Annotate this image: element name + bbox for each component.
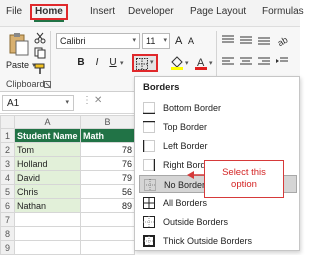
align-middle-icon[interactable] [240,35,252,47]
table-cell[interactable]: Holland [14,156,81,171]
tab-file[interactable]: File [6,6,22,17]
align-center-icon[interactable] [240,57,252,69]
table-cell[interactable] [80,212,135,227]
align-top-icon[interactable] [222,35,234,47]
borders-icon [136,58,148,70]
table-cell[interactable]: 76 [80,156,135,171]
bottom-border-icon [143,102,155,114]
shrink-font-button[interactable]: A [188,36,194,46]
svg-text:ab: ab [276,35,289,47]
formula-more-icon[interactable]: ⋮ [82,95,92,106]
chevron-down-icon: ▾ [65,99,69,106]
font-size-select[interactable]: 11 ▾ [142,33,170,49]
bold-button[interactable]: B [74,55,88,71]
column-header-b[interactable]: B [80,115,135,129]
callout-text: option [231,179,257,190]
clipboard-group-label: Clipboard [6,79,45,89]
cell-student-name-header[interactable]: Student Name [14,128,81,143]
row-header[interactable]: 9 [0,240,15,255]
align-bottom-icon[interactable] [258,35,270,47]
borders-button[interactable]: ▾ [132,54,158,72]
row-header[interactable]: 6 [0,198,15,213]
cut-icon[interactable] [34,32,46,46]
clipboard-launcher-icon[interactable] [44,80,51,90]
borders-menu-title: Borders [143,82,180,93]
table-cell[interactable] [80,226,135,241]
font-color-icon[interactable]: A [194,55,208,73]
font-name-select[interactable]: Calibri ▾ [56,33,140,49]
row-header[interactable]: 4 [0,170,15,185]
menu-item-thick-outside-borders[interactable]: Thick Outside Borders [139,232,297,250]
table-cell[interactable] [14,212,81,227]
chevron-down-icon: ▾ [163,37,167,44]
outside-borders-icon [143,216,155,228]
spreadsheet-grid: A B 1 Student Name Math 2 Tom 78 3 Holla… [0,115,136,255]
menu-item-outside-borders[interactable]: Outside Borders [139,213,297,231]
row-header[interactable]: 3 [0,156,15,171]
indent-icon[interactable] [276,57,288,69]
row-header[interactable]: 7 [0,212,15,227]
align-left-icon[interactable] [222,57,234,69]
cell-math-header[interactable]: Math [80,128,135,143]
tab-developer[interactable]: Developer [128,6,174,17]
italic-button[interactable]: I [90,55,104,71]
grow-font-button[interactable]: A [175,35,182,47]
all-borders-icon [143,197,155,209]
fill-color-icon[interactable] [170,56,184,72]
align-right-icon[interactable] [258,57,270,69]
table-cell[interactable]: Chris [14,184,81,199]
orientation-icon[interactable]: ab [276,33,290,49]
left-border-icon [143,140,155,152]
name-box[interactable]: A1 ▾ [2,95,74,111]
chevron-down-icon: ▾ [132,37,136,44]
table-cell[interactable]: 78 [80,142,135,157]
fill-chevron-icon[interactable]: ▾ [185,59,189,67]
tab-home[interactable]: Home [30,4,68,22]
callout-text: Select this [222,167,266,178]
paste-icon[interactable] [8,31,30,57]
thick-outside-borders-icon [143,235,155,247]
menu-bar: File Home Insert Developer Page Layout F… [0,0,304,26]
right-border-icon [143,159,155,171]
table-cell[interactable]: Tom [14,142,81,157]
row-header[interactable]: 5 [0,184,15,199]
table-cell[interactable]: Nathan [14,198,81,213]
table-cell[interactable]: 79 [80,170,135,185]
top-border-icon [143,121,155,133]
menu-item-left-border[interactable]: Left Border [139,137,297,155]
table-cell[interactable] [80,240,135,255]
copy-icon[interactable] [34,47,46,61]
table-cell[interactable]: David [14,170,81,185]
cancel-entry-icon[interactable]: ✕ [94,95,102,106]
column-header-a[interactable]: A [14,115,81,129]
table-cell[interactable]: 56 [80,184,135,199]
select-all-corner[interactable] [0,115,15,129]
row-header[interactable]: 2 [0,142,15,157]
tab-formulas[interactable]: Formulas [262,6,304,17]
font-color-chevron-icon[interactable]: ▾ [209,59,213,67]
tab-insert[interactable]: Insert [90,6,115,17]
table-cell[interactable] [14,240,81,255]
row-header[interactable]: 1 [0,128,15,143]
paste-button[interactable]: Paste [6,60,29,70]
underline-chevron-icon[interactable]: ▾ [120,59,124,67]
table-cell[interactable]: 89 [80,198,135,213]
menu-item-bottom-border[interactable]: Bottom Border [139,99,297,117]
tab-page-layout[interactable]: Page Layout [190,6,246,17]
menu-item-top-border[interactable]: Top Border [139,118,297,136]
underline-button[interactable]: U [106,55,120,71]
table-cell[interactable] [14,226,81,241]
chevron-down-icon: ▾ [150,59,154,66]
callout-box: Select this option [204,160,284,198]
row-header[interactable]: 8 [0,226,15,241]
no-border-icon [144,179,156,191]
format-painter-icon[interactable] [34,63,46,77]
